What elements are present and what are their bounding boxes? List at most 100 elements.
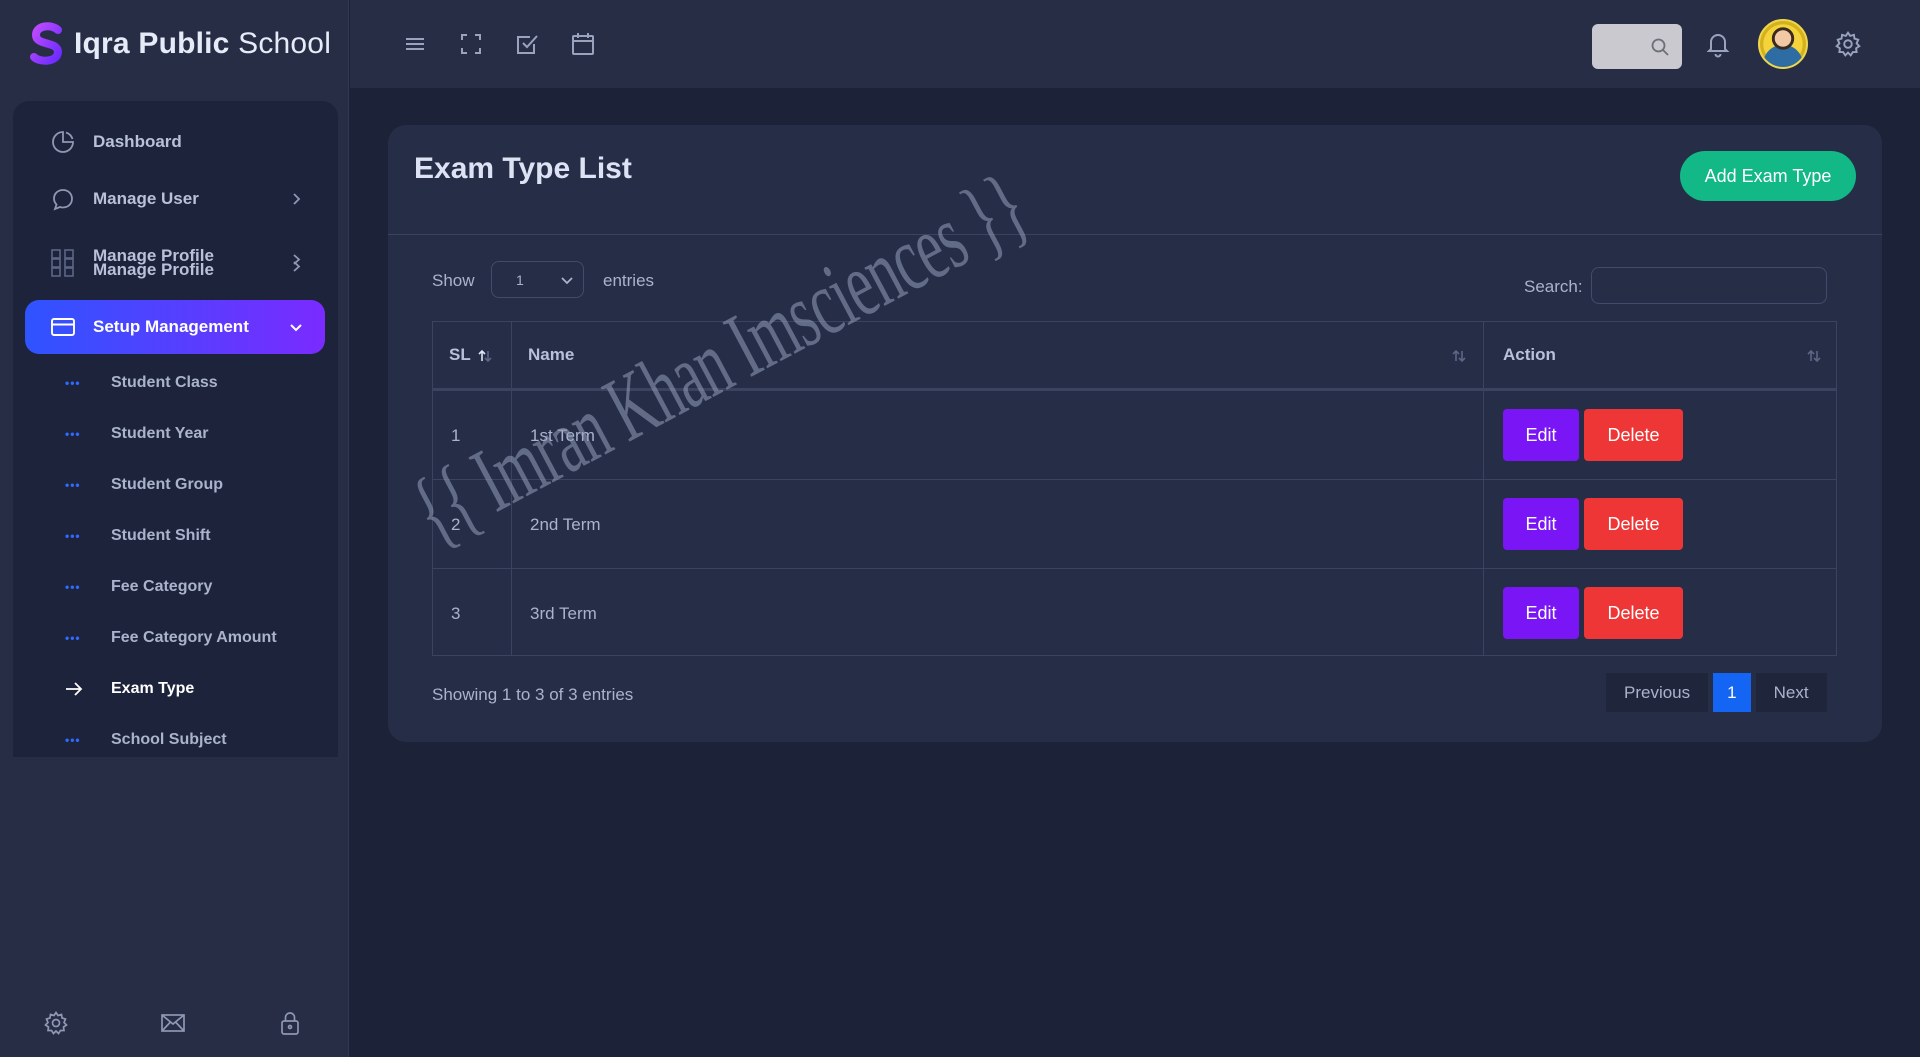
chat-bubble-icon xyxy=(49,185,77,213)
exam-type-card: Exam Type List Add Exam Type Show 1 entr… xyxy=(388,125,1882,742)
cell-name: 2nd Term xyxy=(530,514,601,534)
settings-icon[interactable] xyxy=(1834,30,1862,58)
sidebar-subitem-student-year[interactable]: ••• Student Year xyxy=(65,419,209,449)
edit-button[interactable]: Edit xyxy=(1503,498,1579,550)
entries-select-value: 1 xyxy=(516,271,524,288)
arrow-right-icon xyxy=(65,682,87,696)
table-header: SL Name Action xyxy=(433,322,1836,391)
page-title: Exam Type List xyxy=(414,152,632,185)
sidebar-item-dashboard[interactable]: Dashboard xyxy=(25,115,325,169)
sort-icon xyxy=(1452,349,1466,363)
sidebar-subitem-student-class[interactable]: ••• Student Class xyxy=(65,368,218,398)
column-header-name[interactable]: Name xyxy=(528,322,1488,388)
column-header-label: Action xyxy=(1503,345,1556,364)
delete-button[interactable]: Delete xyxy=(1584,409,1683,461)
cell-name: 3rd Term xyxy=(530,603,597,623)
dots-icon: ••• xyxy=(65,376,81,390)
search-icon xyxy=(1651,38,1669,56)
mail-icon[interactable] xyxy=(160,1010,186,1036)
sidebar-subitem-fee-category[interactable]: ••• Fee Category xyxy=(65,572,212,602)
page-button-current[interactable]: 1 xyxy=(1713,673,1751,712)
pie-chart-icon xyxy=(49,128,77,156)
sidebar-footer xyxy=(0,1005,349,1039)
delete-button[interactable]: Delete xyxy=(1584,587,1683,639)
column-header-label: Name xyxy=(528,345,575,364)
table-row: 1 1st Term Edit Delete xyxy=(433,391,1836,480)
edit-button[interactable]: Edit xyxy=(1503,587,1579,639)
column-header-sl[interactable]: SL xyxy=(449,322,509,388)
brand-name: Iqra Public School xyxy=(74,27,331,61)
sidebar-subitem-label: Student Class xyxy=(111,374,218,391)
previous-page-button[interactable]: Previous xyxy=(1606,673,1709,712)
cell-sl: 2 xyxy=(451,514,461,534)
next-page-button[interactable]: Next xyxy=(1755,673,1827,712)
table-row: 3 3rd Term Edit Delete xyxy=(433,569,1836,658)
sidebar-item-manage-profile[interactable]: Manage Profile Manage Profile xyxy=(25,236,325,290)
dots-icon: ••• xyxy=(65,478,81,492)
entries-label: entries xyxy=(603,271,655,290)
logo-icon xyxy=(30,22,63,65)
sidebar-subitem-label: Student Year xyxy=(111,425,209,442)
table-info: Showing 1 to 3 of 3 entries xyxy=(432,685,634,704)
sidebar-subitem-label: Student Group xyxy=(111,476,223,493)
add-exam-type-button[interactable]: Add Exam Type xyxy=(1680,151,1856,201)
sidebar: Iqra Public School Dashboard Manage User… xyxy=(0,0,349,1057)
credit-card-icon xyxy=(49,313,77,341)
sidebar-item-label: Setup Management xyxy=(93,317,249,336)
sort-icon xyxy=(1807,349,1821,363)
column-header-action[interactable]: Action xyxy=(1503,322,1833,388)
settings-icon[interactable] xyxy=(43,1010,69,1036)
cell-name: 1st Term xyxy=(530,425,595,445)
sidebar-menu: Dashboard Manage User Manage Profile Man… xyxy=(13,101,338,757)
dots-icon: ••• xyxy=(65,580,81,594)
chevron-right-icon xyxy=(293,193,301,205)
grid-icon xyxy=(49,249,77,277)
search-label: Search: xyxy=(1524,277,1583,296)
sidebar-subitem-fee-category-amount[interactable]: ••• Fee Category Amount xyxy=(65,623,277,653)
sidebar-item-label: Manage User xyxy=(93,189,199,208)
avatar[interactable] xyxy=(1758,19,1808,69)
chevron-down-icon xyxy=(561,277,573,285)
sidebar-subitem-school-subject[interactable]: ••• School Subject xyxy=(65,725,227,755)
sidebar-item-label: Manage Profile Manage Profile xyxy=(93,247,214,279)
dots-icon: ••• xyxy=(65,733,81,747)
brand[interactable]: Iqra Public School xyxy=(28,20,331,68)
sidebar-subitem-student-shift[interactable]: ••• Student Shift xyxy=(65,521,211,551)
show-label: Show xyxy=(432,271,475,290)
fullscreen-icon[interactable] xyxy=(458,31,484,57)
topbar xyxy=(350,0,1920,88)
calendar-icon[interactable] xyxy=(570,31,596,57)
sidebar-item-label: Dashboard xyxy=(93,132,182,151)
pagination: Previous 1 Next xyxy=(1606,673,1827,712)
checkbox-icon[interactable] xyxy=(514,31,540,57)
menu-icon[interactable] xyxy=(402,31,428,57)
sidebar-subitem-label: School Subject xyxy=(111,731,227,748)
divider xyxy=(388,234,1882,235)
edit-button[interactable]: Edit xyxy=(1503,409,1579,461)
topbar-search[interactable] xyxy=(1592,24,1682,69)
sidebar-subitem-label: Fee Category xyxy=(111,578,213,595)
sort-asc-icon xyxy=(478,349,492,363)
brand-name-bold: Iqra Public xyxy=(74,27,230,60)
sidebar-item-manage-user[interactable]: Manage User xyxy=(25,172,325,226)
sidebar-subitem-label: Exam Type xyxy=(111,680,195,697)
bell-icon[interactable] xyxy=(1704,30,1732,58)
exam-type-table: SL Name Action 1 1st Term Edit Delete 2 … xyxy=(432,321,1837,656)
dots-icon: ••• xyxy=(65,631,81,645)
table-row: 2 2nd Term Edit Delete xyxy=(433,480,1836,569)
brand-name-light: School xyxy=(238,27,332,60)
lock-icon[interactable] xyxy=(277,1010,303,1036)
table-search-input[interactable] xyxy=(1591,267,1827,304)
delete-button[interactable]: Delete xyxy=(1584,498,1683,550)
sidebar-subitem-student-group[interactable]: ••• Student Group xyxy=(65,470,223,500)
dots-icon: ••• xyxy=(65,427,81,441)
sidebar-subitem-exam-type[interactable]: Exam Type xyxy=(65,674,194,704)
chevron-down-icon xyxy=(290,324,302,332)
sidebar-item-setup-management[interactable]: Setup Management xyxy=(25,300,325,354)
cell-sl: 3 xyxy=(451,603,461,623)
sidebar-subitem-label: Student Shift xyxy=(111,527,211,544)
entries-select[interactable]: 1 xyxy=(491,261,584,298)
cell-sl: 1 xyxy=(451,425,461,445)
column-header-label: SL xyxy=(449,345,471,364)
sidebar-item-label-line2: Manage Profile xyxy=(93,260,214,279)
